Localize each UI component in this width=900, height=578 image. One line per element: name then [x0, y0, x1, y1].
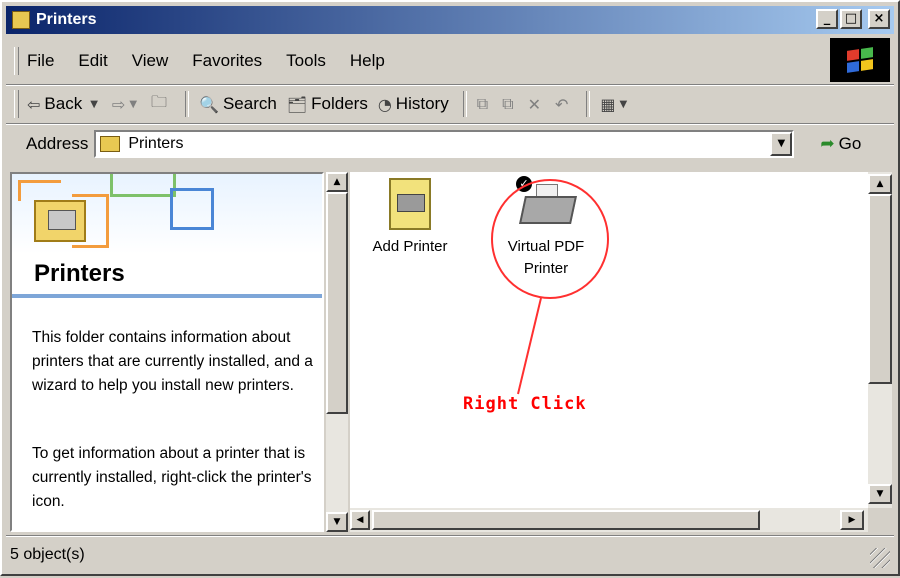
- address-field[interactable]: Printers ▼: [94, 130, 795, 158]
- back-dropdown-icon[interactable]: ▼: [90, 99, 98, 110]
- toolbar-separator: [462, 91, 467, 117]
- info-pane-scrollbar[interactable]: ▲ ▼: [326, 172, 348, 532]
- toolbar-separator: [185, 91, 190, 117]
- windows-logo: [830, 38, 890, 82]
- up-button[interactable]: 🗀: [151, 91, 171, 118]
- info-rule: [12, 294, 322, 298]
- default-check-icon: ✓: [516, 176, 532, 192]
- search-label: Search: [222, 94, 277, 113]
- back-label: Back: [44, 94, 83, 113]
- folders-button[interactable]: 🗂 Folders: [287, 94, 368, 114]
- minimize-button[interactable]: _: [816, 9, 838, 29]
- history-label: History: [395, 94, 449, 113]
- add-printer-item[interactable]: Add Printer: [360, 178, 460, 255]
- delete-button[interactable]: ✕: [528, 95, 545, 114]
- history-icon: ◔: [377, 94, 392, 114]
- window-title: Printers: [36, 11, 97, 28]
- scroll-down-button[interactable]: ▼: [868, 484, 892, 504]
- forward-dropdown-icon[interactable]: ▼: [129, 99, 137, 110]
- printers-folder-icon: [12, 11, 30, 29]
- back-button[interactable]: ⇦ Back ▼: [27, 94, 102, 114]
- menu-bar: File Edit View Favorites Tools Help: [6, 38, 826, 84]
- explorer-window: Printers _ □ × File Edit View Favorites …: [0, 0, 900, 576]
- views-button[interactable]: ▦ ▼: [600, 95, 631, 114]
- info-banner: [12, 174, 322, 254]
- scroll-thumb[interactable]: [868, 194, 892, 384]
- address-bar: Address Printers ▼ ➦ Go: [6, 126, 894, 162]
- move-to-button[interactable]: ⧉: [477, 94, 492, 114]
- close-button[interactable]: ×: [868, 9, 890, 29]
- virtual-pdf-printer-item[interactable]: ✓ Virtual PDF Printer: [490, 176, 602, 280]
- item-label: Add Printer: [372, 238, 448, 255]
- forward-arrow-icon: ⇨: [111, 94, 126, 114]
- scroll-thumb[interactable]: [372, 510, 760, 530]
- forward-button[interactable]: ⇨ ▼: [112, 95, 141, 114]
- info-paragraph: To get information about a printer that …: [32, 445, 312, 510]
- go-button[interactable]: ➦ Go: [820, 134, 861, 154]
- printers-folder-icon: [100, 136, 121, 152]
- scroll-down-button[interactable]: ▼: [326, 512, 348, 532]
- standard-toolbar: ⇦ Back ▼ ⇨ ▼ 🗀 🔍 Search 🗂 Folders ◔ Hist…: [6, 86, 894, 122]
- resize-grip[interactable]: [870, 548, 890, 568]
- folders-label: Folders: [311, 94, 368, 113]
- back-arrow-icon: ⇦: [27, 94, 41, 114]
- menu-file[interactable]: File: [27, 51, 54, 71]
- up-folder-icon: 🗀: [151, 91, 168, 111]
- item-label: Virtual PDF Printer: [507, 238, 585, 277]
- delete-icon: ✕: [527, 94, 541, 114]
- menu-view[interactable]: View: [132, 51, 169, 71]
- annotation-label: Right Click: [463, 394, 587, 414]
- go-label: Go: [838, 134, 862, 153]
- copy-to-button[interactable]: ⧉: [502, 94, 517, 114]
- search-button[interactable]: 🔍 Search: [199, 94, 277, 114]
- undo-icon: ↶: [554, 94, 569, 114]
- folders-icon: 🗂: [286, 94, 308, 114]
- file-view-hscrollbar[interactable]: ◀ ▶: [350, 508, 868, 532]
- copy-to-icon: ⧉: [502, 94, 514, 113]
- printer-icon: ✓: [516, 176, 577, 228]
- menu-tools[interactable]: Tools: [286, 51, 326, 71]
- scroll-corner: [868, 508, 892, 532]
- title-bar[interactable]: Printers _ □ ×: [6, 6, 894, 34]
- scroll-up-button[interactable]: ▲: [868, 174, 892, 194]
- menu-edit[interactable]: Edit: [78, 51, 107, 71]
- search-icon: 🔍: [199, 94, 219, 114]
- menu-grip[interactable]: [14, 47, 19, 75]
- menu-favorites[interactable]: Favorites: [192, 51, 262, 71]
- move-to-icon: ⧉: [476, 94, 489, 113]
- scroll-thumb[interactable]: [326, 192, 348, 414]
- toolbar-separator: [586, 91, 591, 117]
- divider: [6, 535, 894, 537]
- maximize-button[interactable]: □: [840, 9, 862, 29]
- file-view: Add Printer ✓ Virtual PDF Printer: [350, 172, 868, 508]
- go-arrow-icon: ➦: [820, 134, 835, 154]
- divider: [6, 123, 894, 125]
- file-view-vscrollbar[interactable]: ▲ ▼: [868, 172, 892, 508]
- scroll-up-button[interactable]: ▲: [326, 172, 348, 192]
- status-text: 5 object(s): [10, 546, 85, 563]
- menu-help[interactable]: Help: [350, 51, 385, 71]
- add-printer-icon: [389, 178, 431, 230]
- views-dropdown-icon: ▼: [619, 98, 628, 110]
- info-pane: Printers This folder contains informatio…: [10, 172, 324, 532]
- undo-button[interactable]: ↶: [555, 95, 572, 114]
- status-bar: 5 object(s): [6, 538, 894, 572]
- windows-flag-icon: [847, 47, 873, 73]
- scroll-left-button[interactable]: ◀: [350, 510, 370, 530]
- scroll-right-button[interactable]: ▶: [840, 510, 864, 530]
- views-icon: ▦: [600, 94, 616, 114]
- info-title: Printers: [34, 260, 125, 287]
- address-dropdown-button[interactable]: ▼: [770, 132, 793, 156]
- address-value[interactable]: Printers: [128, 135, 183, 153]
- printers-folder-icon: [34, 200, 86, 242]
- info-paragraph: This folder contains information about p…: [32, 329, 313, 394]
- toolbar-grip[interactable]: [14, 90, 19, 118]
- history-button[interactable]: ◔ History: [378, 94, 449, 114]
- address-label: Address: [26, 134, 89, 153]
